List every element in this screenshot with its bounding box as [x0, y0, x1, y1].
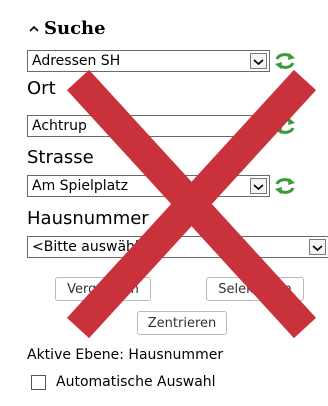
strasse-select[interactable]: Am Spielplatz — [27, 175, 270, 197]
vergroessern-button[interactable]: Vergrößern — [55, 277, 151, 301]
hausnummer-select[interactable]: <Bitte auswählen> — [27, 236, 328, 258]
hausnummer-select-value: <Bitte auswählen> — [32, 239, 169, 255]
ort-select-value: Achtrup — [32, 118, 87, 134]
chevron-up-icon[interactable] — [27, 21, 41, 35]
zentrieren-button[interactable]: Zentrieren — [137, 311, 227, 335]
refresh-icon[interactable] — [274, 176, 296, 196]
strasse-select-value: Am Spielplatz — [32, 178, 129, 194]
chevron-down-icon[interactable] — [250, 53, 267, 69]
search-panel: Suche Adressen SH Ort Achtrup Strasse Am… — [0, 0, 328, 406]
auto-select-checkbox[interactable] — [31, 374, 46, 390]
chevron-down-icon[interactable] — [250, 178, 267, 194]
chevron-down-icon[interactable] — [309, 239, 326, 255]
selektieren-button[interactable]: Selektieren — [206, 277, 304, 301]
search-title: Suche — [44, 17, 106, 39]
auto-select-label: Automatische Auswahl — [56, 374, 216, 390]
hausnummer-label: Hausnummer — [27, 208, 149, 229]
search-header[interactable]: Suche — [27, 15, 106, 41]
auto-select-row[interactable]: Automatische Auswahl — [27, 373, 216, 391]
active-layer-text: Aktive Ebene: Hausnummer — [27, 347, 224, 363]
chevron-down-icon[interactable] — [250, 118, 267, 134]
strasse-label: Strasse — [27, 147, 94, 168]
refresh-icon[interactable] — [274, 116, 296, 136]
layer-select[interactable]: Adressen SH — [27, 50, 270, 72]
ort-label: Ort — [27, 78, 56, 99]
refresh-icon[interactable] — [274, 51, 296, 71]
ort-select[interactable]: Achtrup — [27, 115, 270, 137]
layer-select-value: Adressen SH — [32, 53, 121, 69]
